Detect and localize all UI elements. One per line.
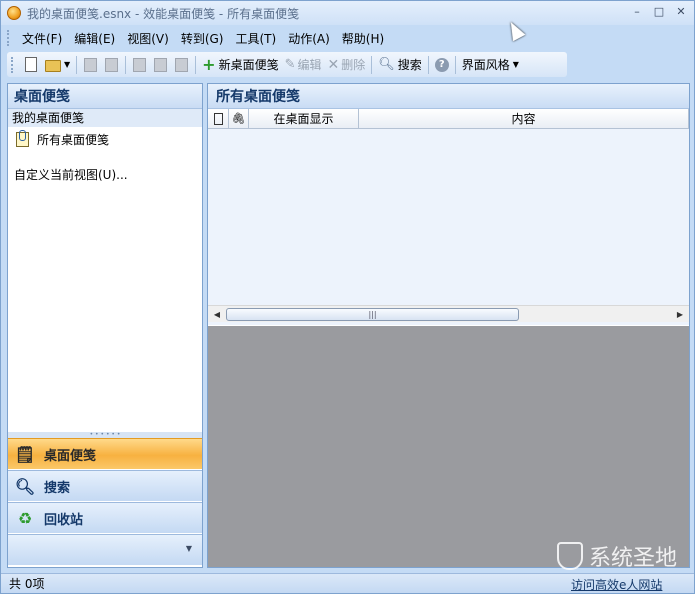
item-count: 共 0项 <box>9 577 45 591</box>
watermark: 系统圣地 <box>557 539 692 573</box>
menu-help[interactable]: 帮助(H) <box>336 30 390 47</box>
nav-button-search[interactable]: 🔍︎ 搜索 <box>8 470 202 501</box>
theme-dropdown[interactable]: 界面风格 ▼ <box>459 54 522 76</box>
print-preview-icon <box>105 57 119 72</box>
recycle-bin-icon: ♻ <box>17 508 33 528</box>
notes-pane-title: 所有桌面便笺 <box>208 84 689 109</box>
copy-button[interactable] <box>150 54 171 76</box>
new-note-button[interactable]: + 新桌面便笺 <box>199 54 281 76</box>
scroll-left-button[interactable]: ◀ <box>210 308 224 321</box>
cut-icon <box>133 57 147 72</box>
window-controls: – □ ✕ <box>630 5 688 19</box>
column-type[interactable] <box>208 109 229 128</box>
new-document-icon <box>25 57 37 72</box>
title-bar[interactable]: 我的桌面便笺.esnx - 效能桌面便笺 - 所有桌面便笺 – □ ✕ <box>1 1 694 25</box>
menu-goto[interactable]: 转到(G) <box>175 30 230 47</box>
paste-icon <box>175 57 189 72</box>
menu-edit[interactable]: 编辑(E) <box>68 30 121 47</box>
shield-icon <box>557 542 583 570</box>
open-folder-icon <box>45 60 61 72</box>
new-file-button[interactable] <box>20 54 42 76</box>
scroll-right-button[interactable]: ▶ <box>673 308 687 321</box>
column-show-on-desktop[interactable]: 在桌面显示 <box>249 109 359 128</box>
horizontal-scrollbar[interactable]: ◀ ||| ▶ <box>208 305 689 322</box>
website-link[interactable]: 访问高效e人网站 <box>571 576 662 593</box>
open-button[interactable]: ▼ <box>42 54 73 76</box>
menu-file[interactable]: 文件(F) <box>16 30 68 47</box>
edit-label: 编辑 <box>297 58 322 72</box>
note-icon <box>16 129 29 147</box>
cut-button[interactable] <box>129 54 150 76</box>
app-icon <box>7 6 21 20</box>
toolbar-divider <box>371 55 373 74</box>
toolbar-divider <box>195 55 197 74</box>
edit-button[interactable]: ✎ 编辑 <box>282 54 325 76</box>
note-icon: 🗒︎ <box>14 444 36 464</box>
chevron-down-icon: ▼ <box>185 544 192 553</box>
nav-configure-button[interactable]: ▼ <box>8 534 202 565</box>
search-icon: 🔍︎ <box>14 476 36 496</box>
delete-button[interactable]: ✕ 删除 <box>325 54 369 76</box>
help-button[interactable]: ? <box>432 54 452 76</box>
paste-button[interactable] <box>171 54 192 76</box>
print-icon <box>84 57 98 72</box>
chevron-down-icon: ▼ <box>512 60 519 69</box>
menu-actions[interactable]: 动作(A) <box>282 30 336 47</box>
tree-item-all-notes[interactable]: 所有桌面便笺 <box>8 127 202 151</box>
scrollbar-thumb[interactable]: ||| <box>226 308 519 321</box>
folder-group-label: 我的桌面便笺 <box>8 109 202 127</box>
paperclip-icon: 🖇︎ <box>231 112 246 125</box>
search-button[interactable]: 🔍︎ 搜索 <box>375 54 425 76</box>
help-icon: ? <box>434 57 449 72</box>
print-preview-button[interactable] <box>101 54 122 76</box>
preview-area <box>208 326 689 567</box>
navigation-pane: 桌面便笺 我的桌面便笺 所有桌面便笺 自定义当前视图(U)... • • • •… <box>7 83 203 568</box>
navigation-pane-title: 桌面便笺 <box>8 84 202 109</box>
notes-pane: 所有桌面便笺 🖇︎ 在桌面显示 内容 ◀ ||| ▶ <box>207 83 690 568</box>
maximize-button[interactable]: □ <box>652 5 666 19</box>
watermark-text: 系统圣地 <box>589 546 678 571</box>
copy-icon <box>154 57 168 72</box>
pencil-icon: ✎ <box>284 56 296 72</box>
minimize-button[interactable]: – <box>630 5 644 19</box>
search-label: 搜索 <box>397 58 422 72</box>
window-title: 我的桌面便笺.esnx - 效能桌面便笺 - 所有桌面便笺 <box>27 6 300 21</box>
app-window: 我的桌面便笺.esnx - 效能桌面便笺 - 所有桌面便笺 – □ ✕ 文件(F… <box>0 0 695 594</box>
delete-label: 删除 <box>341 58 366 72</box>
toolbar-divider <box>125 55 127 74</box>
close-button[interactable]: ✕ <box>674 5 688 19</box>
column-content[interactable]: 内容 <box>359 109 689 128</box>
grid-header: 🖇︎ 在桌面显示 内容 <box>208 109 689 129</box>
nav-button-label: 搜索 <box>44 480 71 496</box>
toolbar-divider <box>76 55 78 74</box>
customize-view-link[interactable]: 自定义当前视图(U)... <box>14 166 128 183</box>
tree-item-label: 所有桌面便笺 <box>37 132 110 147</box>
nav-button-label: 桌面便笺 <box>44 448 97 464</box>
nav-button-recycle-bin[interactable]: ♻ 回收站 <box>8 502 202 533</box>
document-icon <box>213 112 223 125</box>
menu-grip <box>7 30 10 46</box>
toolbar-divider <box>427 55 429 74</box>
notes-grid[interactable]: 🖇︎ 在桌面显示 内容 ◀ ||| ▶ <box>208 109 689 325</box>
theme-label: 界面风格 <box>461 58 510 72</box>
new-note-label: 新桌面便笺 <box>218 58 279 72</box>
delete-icon: ✕ <box>327 56 340 73</box>
menu-view[interactable]: 视图(V) <box>121 30 175 47</box>
toolbar-grip <box>11 56 14 73</box>
toolbar: ▼ + 新桌面便笺 ✎ 编辑 ✕ 删除 🔍︎ 搜索 ? 界面风格 ▼ <box>7 52 567 77</box>
column-attachment[interactable]: 🖇︎ <box>229 109 249 128</box>
chevron-down-icon: ▼ <box>64 60 71 69</box>
print-button[interactable] <box>80 54 101 76</box>
menu-tools[interactable]: 工具(T) <box>229 30 282 47</box>
toolbar-divider <box>454 55 456 74</box>
search-icon: 🔍︎ <box>378 56 395 72</box>
menu-bar: 文件(F) 编辑(E) 视图(V) 转到(G) 工具(T) 动作(A) 帮助(H… <box>1 27 694 49</box>
plus-icon: + <box>202 54 216 74</box>
nav-button-label: 回收站 <box>44 512 84 528</box>
status-bar: 共 0项 访问高效e人网站 <box>1 573 694 593</box>
nav-button-notes[interactable]: 🗒︎ 桌面便笺 <box>8 438 202 469</box>
